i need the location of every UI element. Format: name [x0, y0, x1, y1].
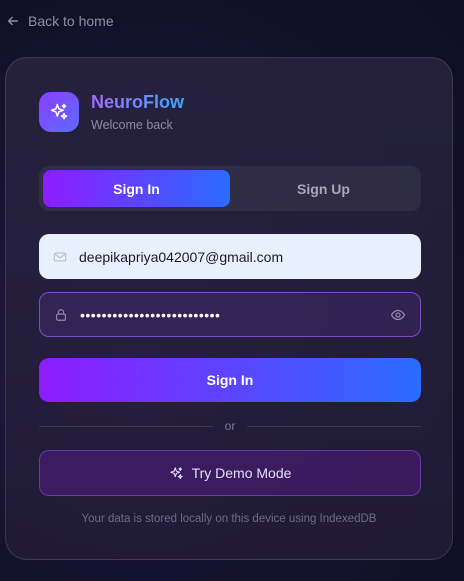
password-field-wrapper [39, 292, 421, 337]
back-to-home-link[interactable]: Back to home [6, 13, 114, 29]
password-input[interactable] [40, 293, 420, 336]
back-to-home-label: Back to home [28, 13, 114, 29]
mail-icon [53, 251, 67, 262]
arrow-left-icon [7, 16, 19, 26]
auth-card: NeuroFlow Welcome back Sign In Sign Up S… [5, 57, 453, 560]
sign-in-button[interactable]: Sign In [39, 358, 421, 402]
storage-note: Your data is stored locally on this devi… [81, 513, 377, 525]
try-demo-button[interactable]: Try Demo Mode [39, 450, 421, 496]
divider-line-right [247, 425, 422, 427]
sparkles-icon [50, 103, 68, 120]
app-name: NeuroFlow [91, 92, 184, 112]
app-logo [39, 92, 79, 132]
try-demo-label: Try Demo Mode [191, 465, 292, 481]
email-field-wrapper [39, 234, 421, 279]
tab-sign-in[interactable]: Sign In [43, 170, 230, 207]
email-input[interactable] [39, 234, 421, 279]
tab-sign-up[interactable]: Sign Up [230, 170, 417, 207]
divider-line-left [39, 425, 213, 427]
sparkles-icon [169, 466, 183, 479]
eye-icon[interactable] [390, 307, 406, 323]
brand-header: NeuroFlow Welcome back [39, 92, 184, 132]
welcome-text: Welcome back [91, 118, 173, 132]
divider-text: or [224, 419, 236, 433]
auth-tabs: Sign In Sign Up [39, 166, 421, 211]
or-divider: or [39, 418, 422, 434]
lock-icon [56, 308, 66, 321]
